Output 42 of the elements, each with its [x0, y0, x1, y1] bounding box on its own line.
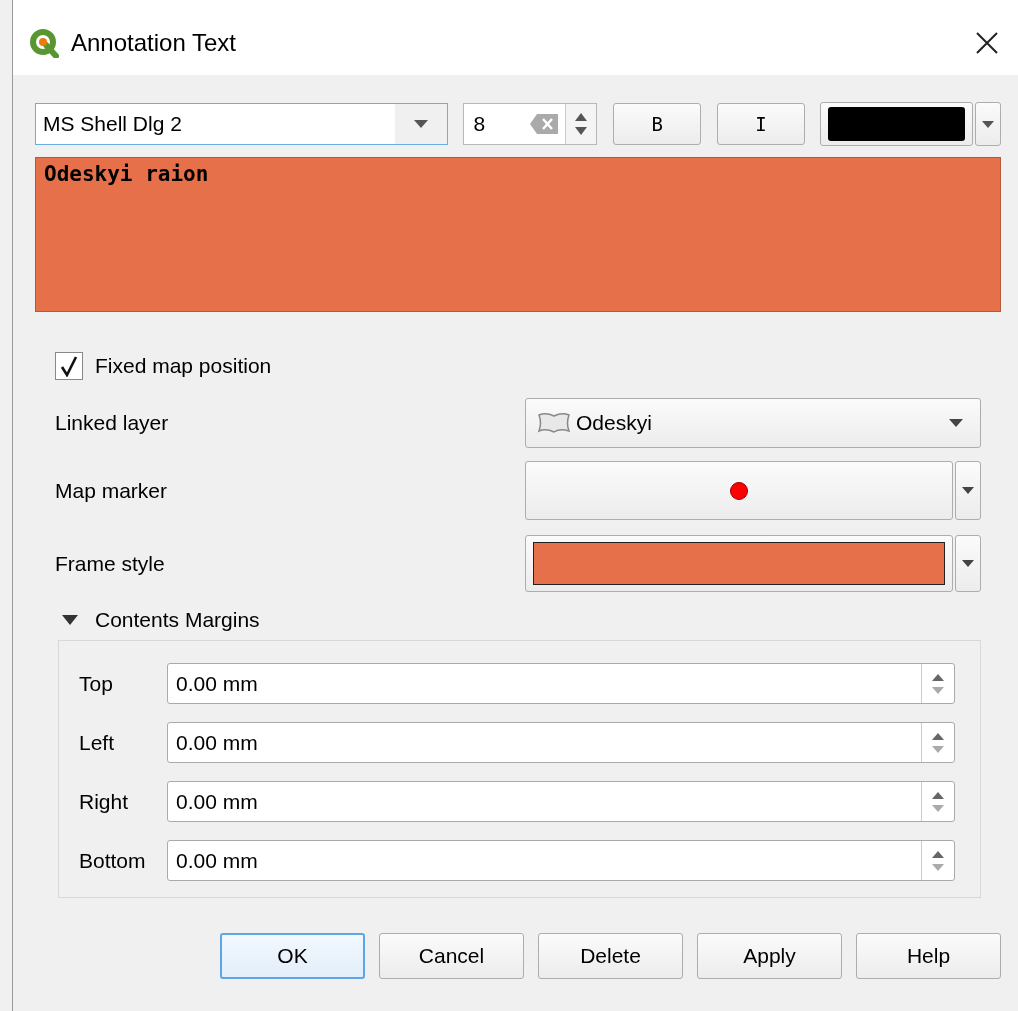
- field-label: Frame style: [55, 551, 166, 576]
- field-label: Map marker: [55, 478, 169, 503]
- dropdown-arrow-icon: [961, 486, 975, 495]
- dropdown-button[interactable]: [975, 102, 1001, 146]
- map-marker-button[interactable]: [525, 461, 953, 520]
- linked-layer-combo[interactable]: Odeskyi: [525, 398, 981, 448]
- dropdown-button[interactable]: [955, 461, 981, 520]
- section-toggle[interactable]: Contents Margins: [61, 608, 1001, 632]
- dialog-button[interactable]: Cancel: [379, 933, 524, 979]
- dialog-button[interactable]: Apply: [697, 933, 842, 979]
- margin-spinbox[interactable]: 0.00 mm: [167, 722, 955, 763]
- dropdown-button[interactable]: [955, 535, 981, 592]
- italic-button[interactable]: I: [717, 103, 805, 145]
- polygon-layer-icon: [536, 411, 572, 435]
- margin-spinbox[interactable]: 0.00 mm: [167, 840, 955, 881]
- dropdown-arrow-icon: [961, 559, 975, 568]
- frame-style-button[interactable]: [525, 535, 953, 592]
- dropdown-arrow-icon: [981, 119, 995, 129]
- field-label: Left: [79, 730, 116, 755]
- field-label: Linked layer: [55, 411, 170, 435]
- field-label: Bottom: [79, 848, 147, 873]
- margin-spinbox[interactable]: 0.00 mm: [167, 663, 955, 704]
- annotation-text-editor[interactable]: Odeskyi raion: [35, 157, 1001, 312]
- text-color-button[interactable]: [820, 102, 973, 146]
- dropdown-arrow-icon: [948, 418, 964, 428]
- font-family-combo[interactable]: MS Shell Dlg 2: [35, 103, 449, 145]
- margin-spinbox[interactable]: 0.00 mm: [167, 781, 955, 822]
- dialog-button[interactable]: OK: [220, 933, 365, 979]
- checkbox-label: Fixed map position: [95, 354, 272, 378]
- app-logo-icon: [29, 27, 59, 58]
- dialog-button[interactable]: Delete: [538, 933, 683, 979]
- spin-arrows-icon[interactable]: [565, 104, 597, 144]
- collapse-arrow-icon: [61, 614, 79, 626]
- close-icon: [975, 30, 999, 55]
- field-label: Top: [79, 671, 114, 696]
- checkbox[interactable]: [55, 352, 83, 380]
- font-size-spinbox[interactable]: 8: [463, 103, 598, 145]
- dropdown-arrow-icon: [413, 119, 430, 129]
- window-title: Annotation Text: [71, 28, 237, 57]
- bold-button[interactable]: B: [613, 103, 702, 145]
- dialog-button[interactable]: Help: [856, 933, 1001, 979]
- field-label: Right: [79, 789, 130, 814]
